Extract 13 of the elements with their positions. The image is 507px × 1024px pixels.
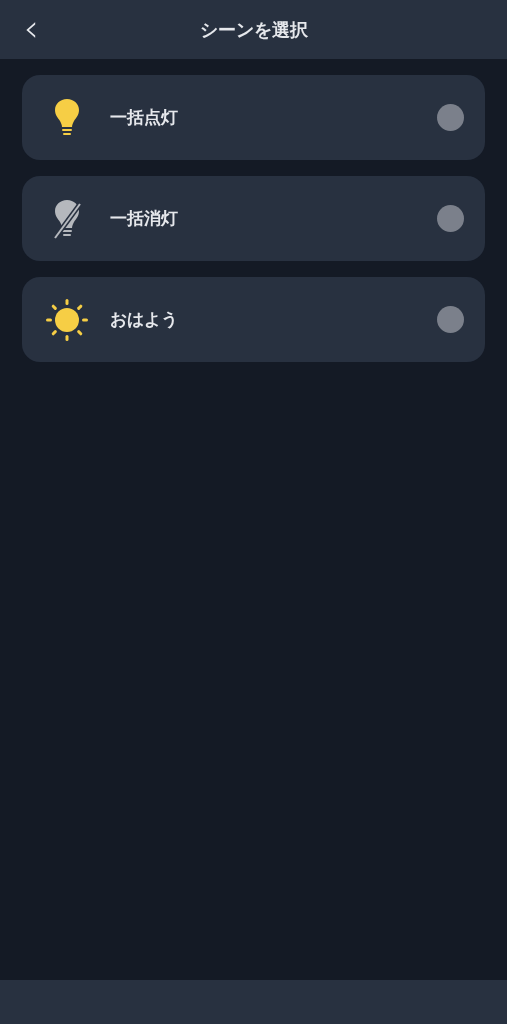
scene-label: おはよう [110, 308, 179, 331]
scene-label: 一括消灯 [110, 207, 179, 230]
radio-button[interactable] [437, 104, 464, 131]
back-button[interactable]: ‹ [14, 10, 48, 46]
radio-button[interactable] [437, 205, 464, 232]
scene-card[interactable]: 一括点灯 [22, 75, 485, 160]
page-title: シーンを選択 [199, 17, 308, 42]
bulb-off-icon [51, 197, 83, 240]
sun-icon [45, 297, 89, 342]
scene-card[interactable]: 一括消灯 [22, 176, 485, 261]
radio-button[interactable] [437, 306, 464, 333]
scene-label: 一括点灯 [110, 106, 179, 129]
scene-card[interactable]: おはよう [22, 277, 485, 362]
